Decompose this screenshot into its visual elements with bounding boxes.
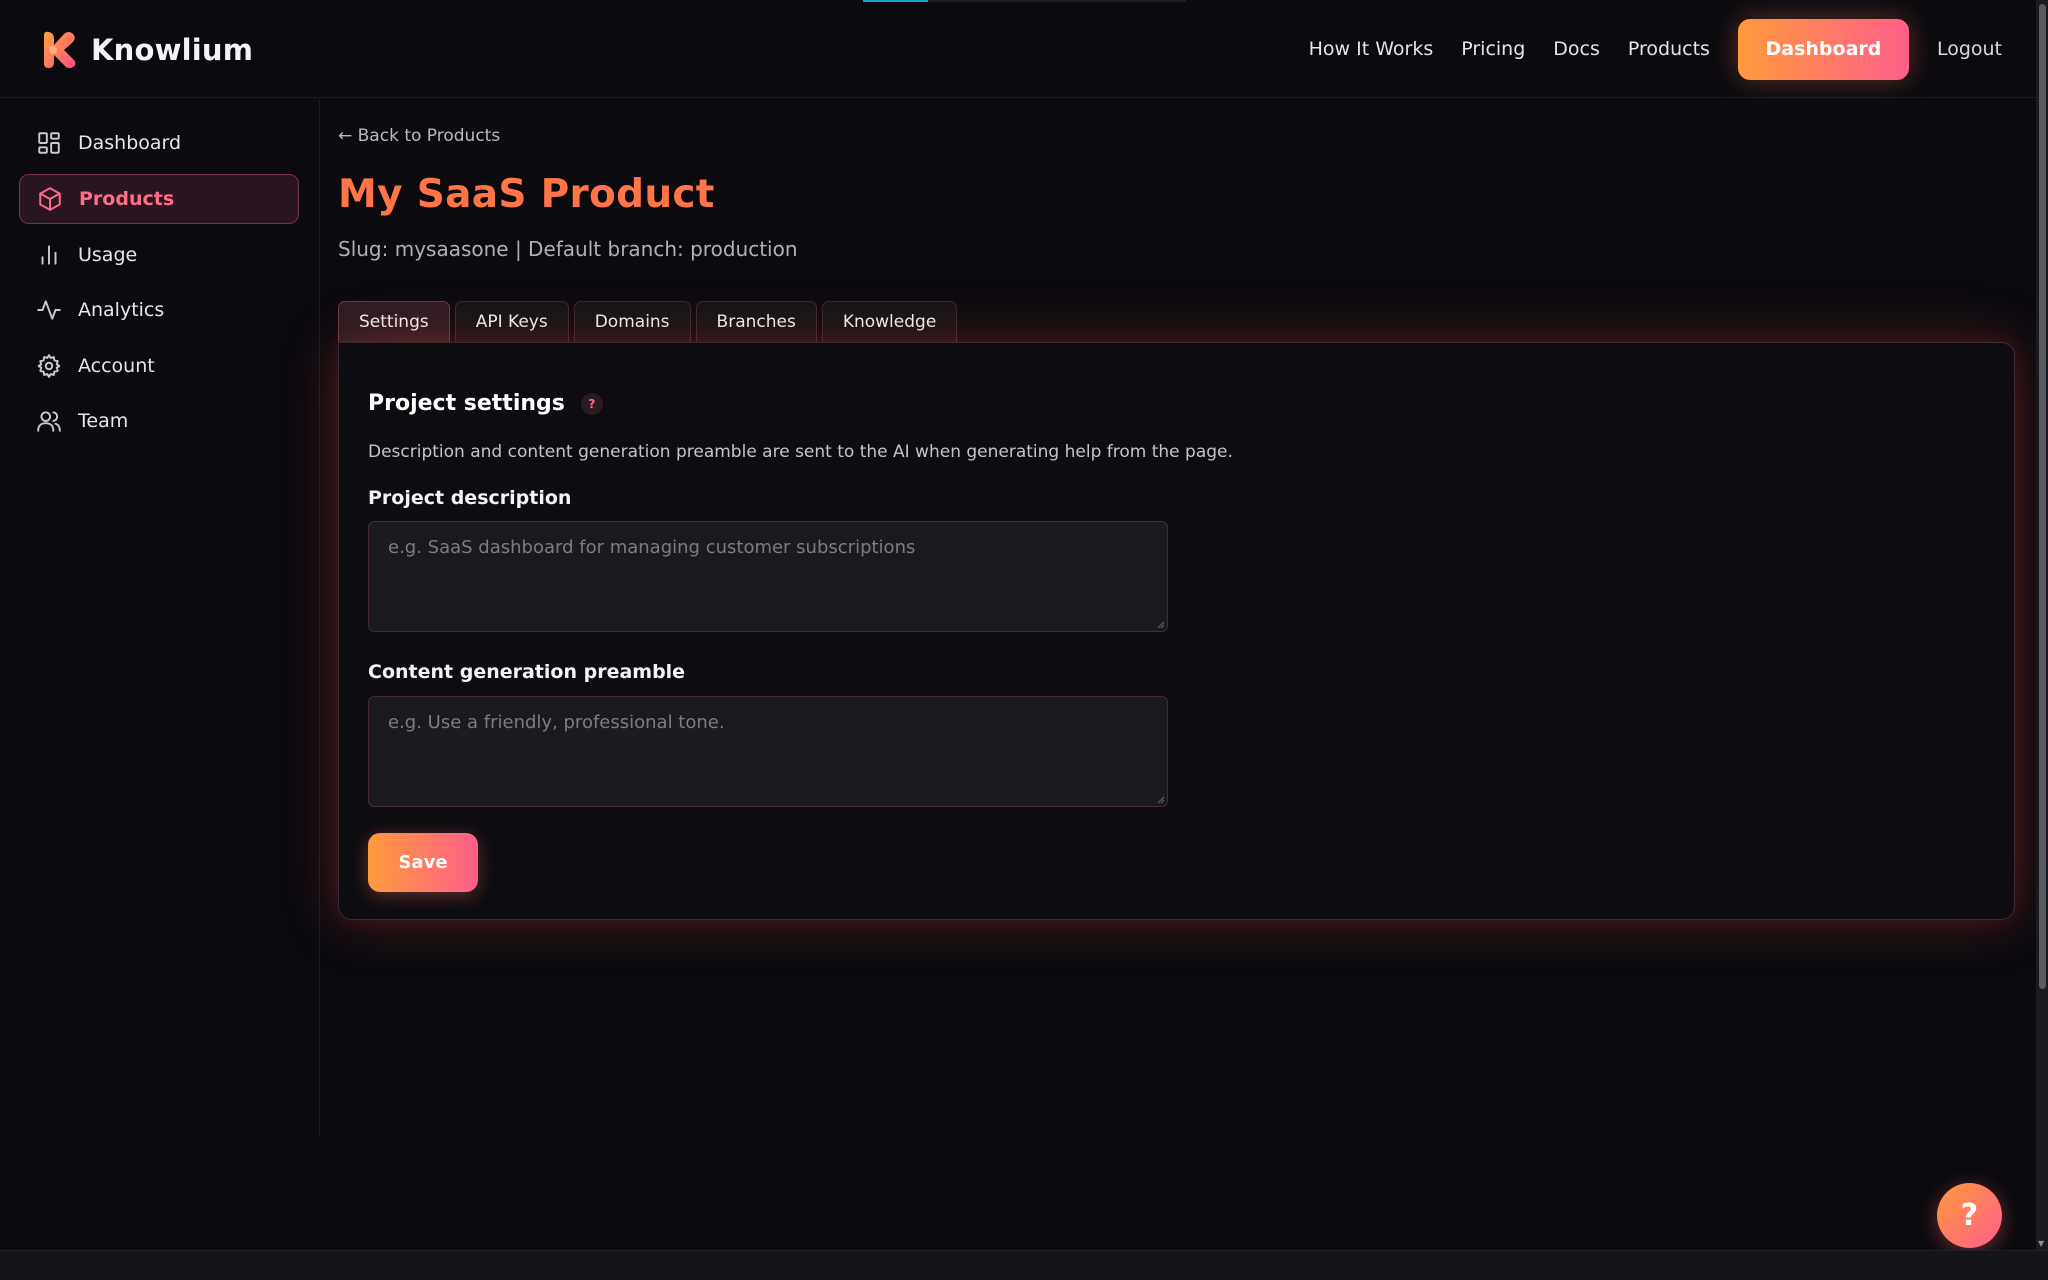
sidebar-item-usage[interactable]: Usage (19, 230, 299, 280)
top-header: Knowlium How It Works Pricing Docs Produ… (0, 0, 2036, 98)
section-title: Project settings ? (368, 391, 603, 416)
project-settings-heading: Project settings (368, 391, 565, 416)
tab-api-keys[interactable]: API Keys (454, 301, 569, 342)
nav-docs[interactable]: Docs (1553, 38, 1600, 60)
bottom-bar (0, 1250, 2048, 1280)
sidebar-item-label: Analytics (78, 299, 165, 321)
scrollbar-thumb[interactable] (2039, 4, 2046, 989)
section-description: Description and content generation pream… (368, 442, 1233, 462)
preamble-field[interactable]: e.g. Use a friendly, professional tone. (368, 696, 1168, 807)
tab-knowledge[interactable]: Knowledge (821, 301, 958, 342)
sidebar-item-label: Usage (78, 244, 138, 266)
app-name: Knowlium (91, 33, 254, 67)
scroll-down-icon[interactable]: ▼ (2038, 1239, 2044, 1248)
settings-panel: Project settings ? Description and conte… (338, 342, 2015, 920)
bar-chart-icon (41, 245, 57, 265)
sidebar-item-label: Dashboard (78, 132, 182, 154)
sidebar-item-label: Account (78, 355, 155, 377)
sidebar-item-label: Team (78, 410, 129, 432)
tab-domains[interactable]: Domains (573, 301, 691, 342)
sidebar-item-label: Products (79, 188, 175, 210)
box-icon (39, 187, 61, 211)
dashboard-icon (38, 132, 60, 154)
save-button[interactable]: Save (368, 833, 478, 892)
preamble-placeholder: e.g. Use a friendly, professional tone. (388, 712, 725, 733)
sidebar-item-team[interactable]: Team (19, 396, 299, 446)
help-icon[interactable]: ? (580, 392, 603, 415)
resize-handle-icon[interactable] (1156, 620, 1165, 629)
product-tabs: Settings API Keys Domains Branches Knowl… (338, 301, 962, 342)
project-description-field[interactable]: e.g. SaaS dashboard for managing custome… (368, 521, 1168, 632)
nav-how-it-works[interactable]: How It Works (1309, 38, 1434, 60)
sidebar-item-account[interactable]: Account (19, 341, 299, 391)
preamble-label: Content generation preamble (368, 661, 686, 683)
sidebar-item-products[interactable]: Products (19, 174, 299, 224)
tab-settings[interactable]: Settings (338, 301, 450, 342)
gear-icon (37, 354, 61, 378)
product-meta: Slug: mysaasone | Default branch: produc… (338, 237, 798, 261)
project-description-label: Project description (368, 487, 572, 509)
project-description-placeholder: e.g. SaaS dashboard for managing custome… (388, 537, 916, 558)
help-fab-button[interactable]: ? (1937, 1183, 2002, 1248)
sidebar-item-analytics[interactable]: Analytics (19, 285, 299, 335)
resize-handle-icon[interactable] (1156, 795, 1165, 804)
logout-link[interactable]: Logout (1937, 38, 2002, 60)
scrollbar[interactable]: ▼ (2036, 0, 2048, 1250)
back-to-products-link[interactable]: ← Back to Products (338, 126, 500, 146)
nav-products[interactable]: Products (1628, 38, 1710, 60)
dashboard-button[interactable]: Dashboard (1737, 18, 1909, 80)
logo[interactable]: Knowlium (40, 31, 253, 69)
activity-icon (37, 300, 61, 320)
nav-pricing[interactable]: Pricing (1461, 38, 1525, 60)
sidebar: Dashboard Products Usage Analytics Accou… (0, 99, 320, 1137)
top-nav: How It Works Pricing Docs Products Dashb… (1281, 0, 2036, 98)
page-title: My SaaS Product (338, 172, 715, 217)
tab-branches[interactable]: Branches (695, 301, 817, 342)
sidebar-item-dashboard[interactable]: Dashboard (19, 118, 299, 168)
logo-icon (43, 31, 76, 69)
users-icon (37, 411, 61, 432)
